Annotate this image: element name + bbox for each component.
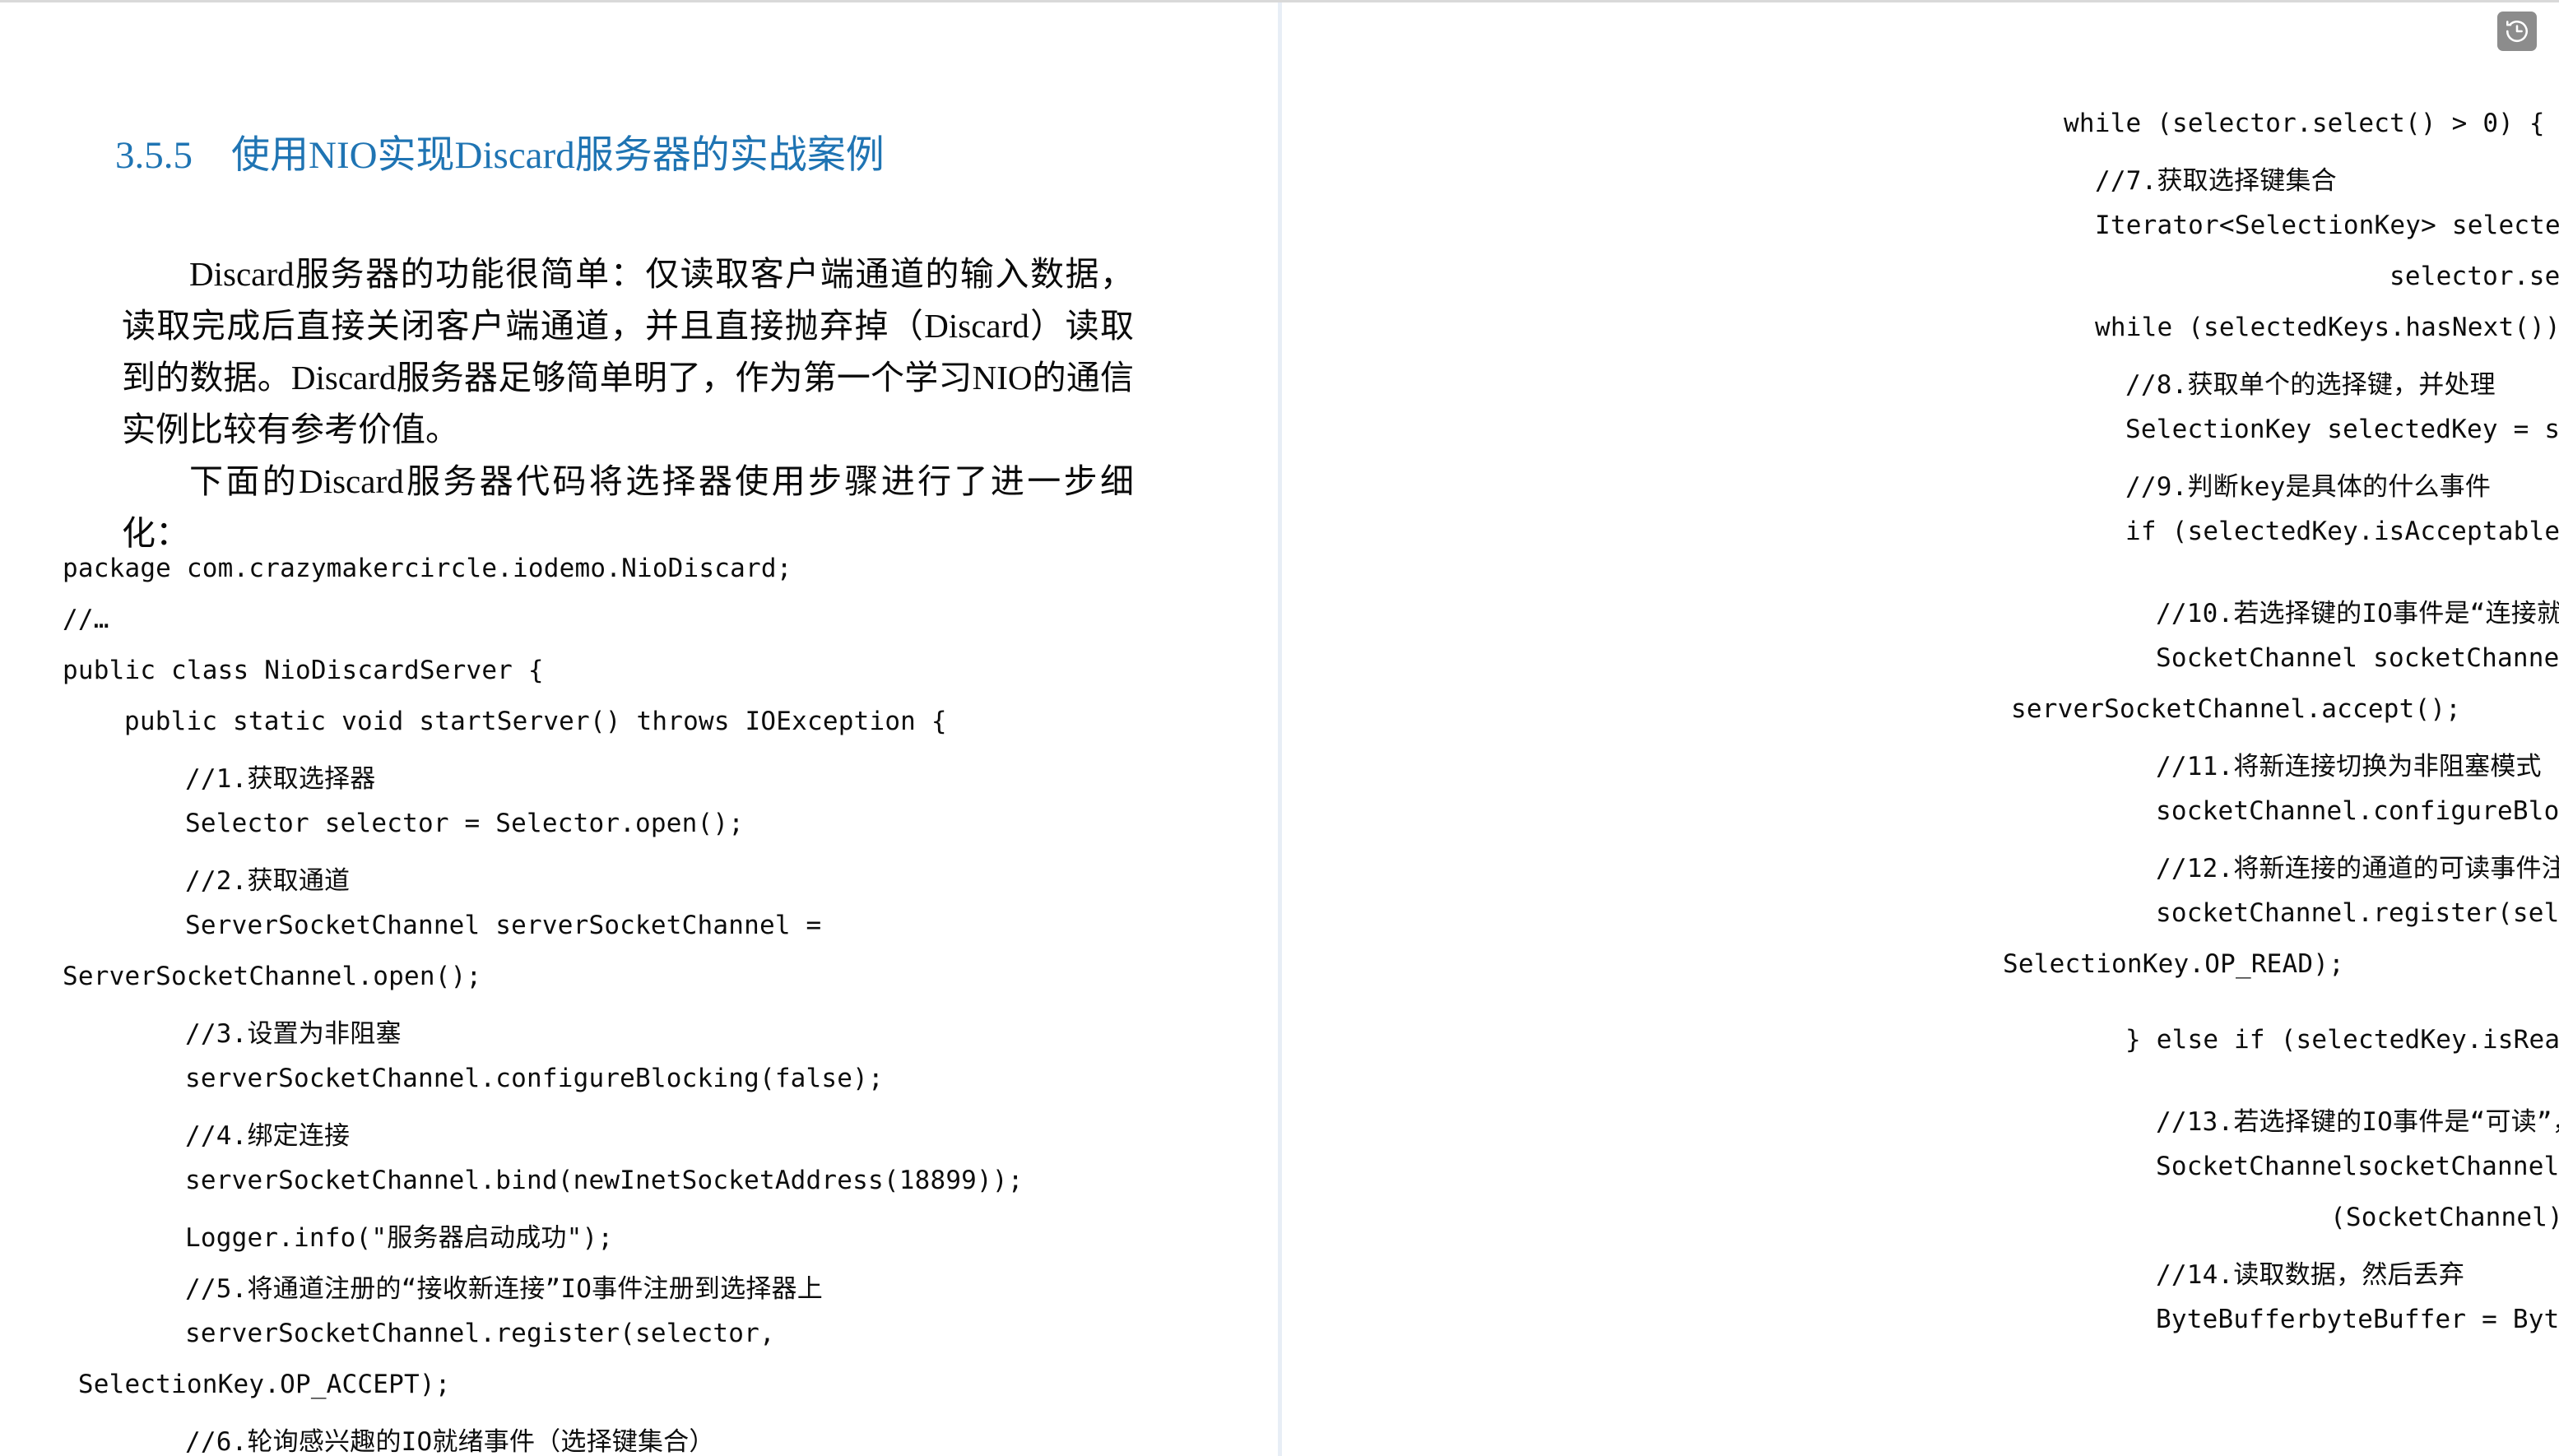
code-line: ByteBufferbyteBuffer = ByteBuffer.alloca… [2156,1305,2559,1334]
code-line: socketChannel.register(selector, [2156,898,2559,928]
clock-history-icon [2504,18,2530,44]
code-line: //5.将通道注册的“接收新连接”IO事件注册到选择器上 [185,1274,823,1304]
left-page-column: 3.5.5 使用NIO实现Discard服务器的实战案例 Discard服务器的… [0,2,1278,1456]
code-line: //7.获取选择键集合 [2095,166,2337,196]
code-line: serverSocketChannel.bind(newInetSocketAd… [185,1166,1024,1195]
code-line: //… [63,605,109,634]
code-line: //6.轮询感兴趣的IO就绪事件（选择键集合） [185,1427,715,1456]
code-line: serverSocketChannel.configureBlocking(fa… [185,1064,884,1093]
code-line: SelectionKey.OP_READ); [2003,949,2344,979]
code-line: //9.判断key是具体的什么事件 [2125,472,2492,502]
code-line: //3.设置为非阻塞 [185,1019,402,1049]
code-line: public static void startServer() throws … [124,707,947,736]
body-paragraph-2: 下面的Discard服务器代码将选择器使用步骤进行了进一步细化： [122,462,1134,552]
code-line: SocketChannel socketChannel = [2156,643,2559,673]
history-button[interactable] [2497,12,2537,51]
code-line: serverSocketChannel.accept(); [2011,694,2462,724]
document-page: 3.5.5 使用NIO实现Discard服务器的实战案例 Discard服务器的… [0,0,2559,1456]
code-line: public class NioDiscardServer { [63,656,544,685]
code-line: Logger.info("服务器启动成功"); [185,1223,614,1253]
code-line: SelectionKey.OP_ACCEPT); [63,1370,451,1399]
code-line: ServerSocketChannel.open(); [63,962,482,991]
code-line: (SocketChannel) select [2330,1203,2559,1232]
code-line: SocketChannelsocketChannel = [2156,1152,2559,1181]
code-line: selector.select [2389,262,2559,291]
code-line: //10.若选择键的IO事件是“连接就绪”，就获取客户端连接 [2156,599,2559,628]
code-line: //12.将新连接的通道的可读事件注册到选择器上 [2156,854,2559,883]
code-line: socketChannel.configureBlocking(false); [2156,796,2559,826]
code-line: //2.获取通道 [185,866,351,896]
code-line: ServerSocketChannel serverSocketChannel … [185,911,822,940]
code-line: Iterator<SelectionKey> selectedKeys = [2095,211,2559,240]
body-paragraph-1: Discard服务器的功能很简单：仅读取客户端通道的输入数据，读取完成后直接关闭… [122,255,1134,448]
page-title: 3.5.5 使用NIO实现Discard服务器的实战案例 [115,134,885,177]
code-line: package com.crazymakercircle.iodemo.NioD… [63,554,792,583]
code-line: //11.将新连接切换为非阻塞模式 [2156,752,2542,781]
code-line: if (selectedKey.isAcceptable()) { [2125,517,2559,546]
code-line: //13.若选择键的IO事件是“可读”，则读取数据 [2156,1107,2559,1137]
code-line: //14.读取数据，然后丢弃 [2156,1260,2465,1290]
code-line: //8.获取单个的选择键，并处理 [2125,370,2496,400]
code-line: while (selectedKeys.hasNext()) { [2095,313,2559,342]
code-line: Selector selector = Selector.open(); [185,809,745,838]
code-line: while (selector.select() > 0) { [2064,109,2545,138]
right-page-column: while (selector.select() > 0) { //7.获取选择键… [1282,2,2559,1456]
code-line: SelectionKey selectedKey = selectedKeys.… [2125,415,2559,444]
code-line: //1.获取选择器 [185,764,376,794]
code-line: } else if (selectedKey.isReadable()) { [2125,1025,2559,1055]
code-line: //4.绑定连接 [185,1121,351,1151]
code-line: serverSocketChannel.register(selector, [185,1319,775,1348]
